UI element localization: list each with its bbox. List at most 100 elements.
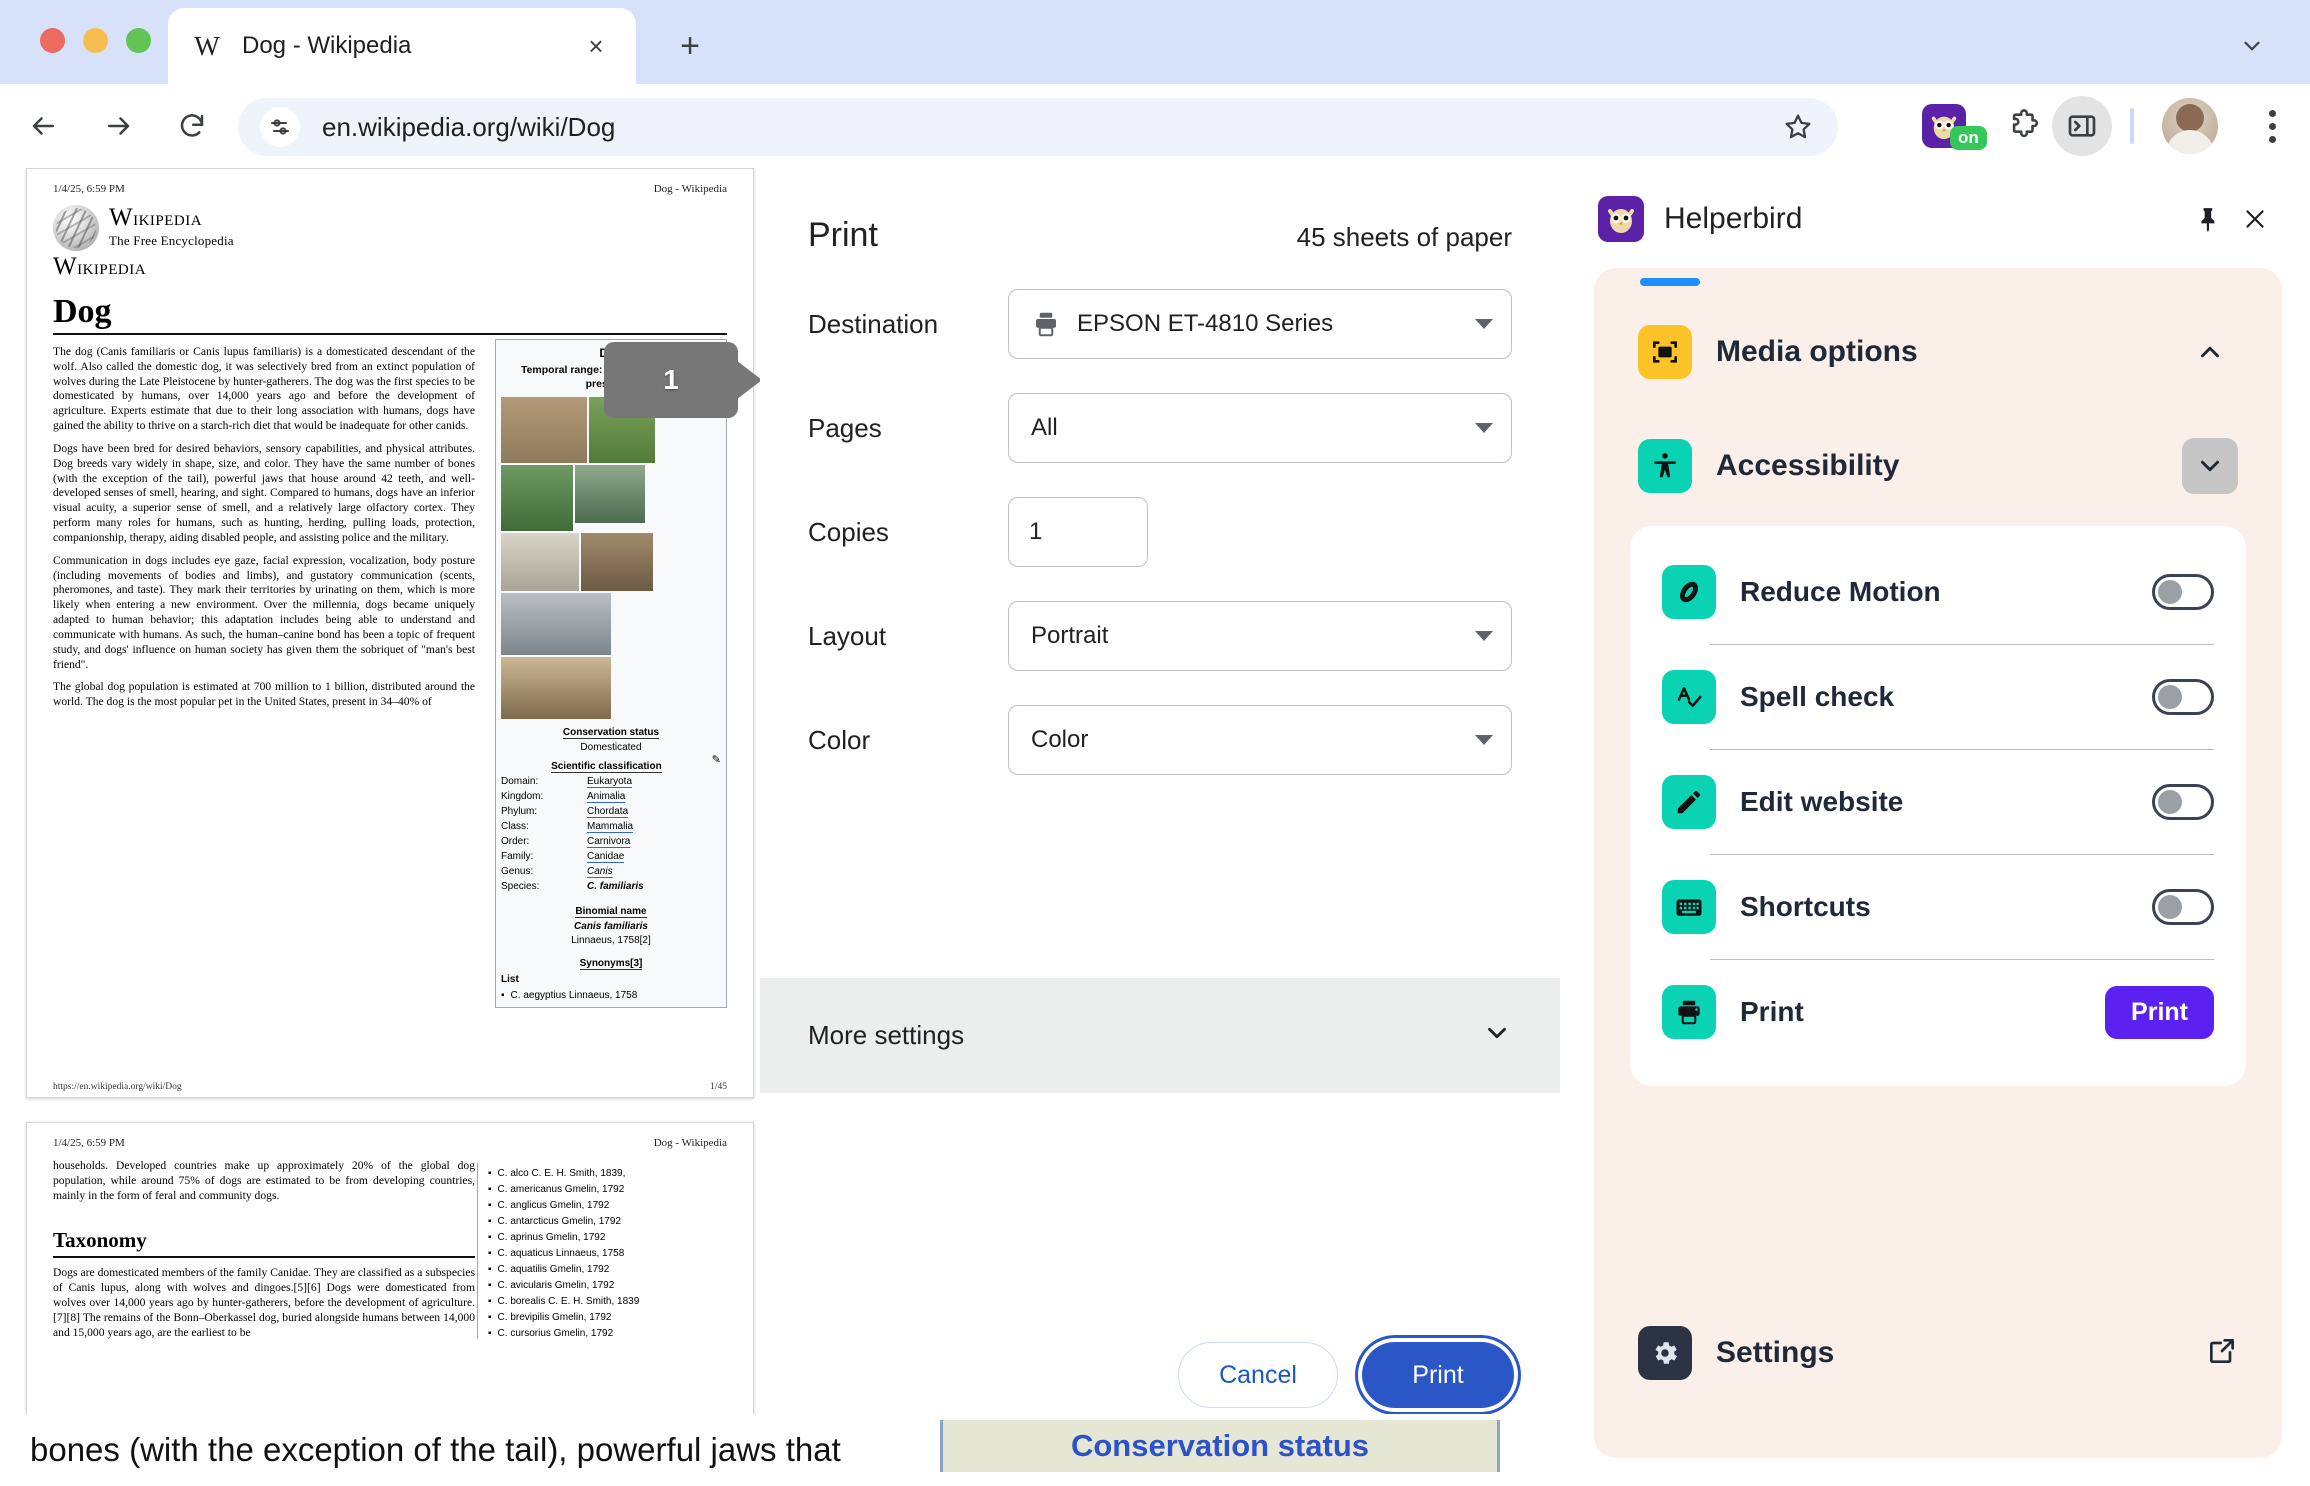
section-media-options[interactable]: Media options xyxy=(1594,304,2282,400)
print-label: Print xyxy=(1740,996,2105,1028)
synonym-text: C. aegyptius Linnaeus, 1758 xyxy=(511,990,638,1001)
spell-check-label: Spell check xyxy=(1740,681,2152,713)
color-value: Color xyxy=(1031,726,1088,754)
paragraph: households. Developed countries make up … xyxy=(53,1159,475,1203)
copies-input[interactable]: 1 xyxy=(1008,497,1148,567)
browser-tab[interactable]: W Dog - Wikipedia × xyxy=(168,8,636,84)
reload-icon[interactable] xyxy=(164,98,220,154)
print-preview-pane[interactable]: 1/4/25, 6:59 PM Dog - Wikipedia WIKIPEDI… xyxy=(0,168,760,1486)
section-accessibility[interactable]: Accessibility xyxy=(1594,418,2282,514)
taxobox-key: Order: xyxy=(501,836,587,848)
taxobox-row: Phylum:Chordata xyxy=(501,806,721,818)
list-item: C. brevipilis Gmelin, 1792 xyxy=(488,1312,727,1323)
article-body: The dog (Canis familiaris or Canis lupus… xyxy=(53,345,475,710)
helperbird-content: Media options Accessibility xyxy=(1594,268,2282,1458)
settings-row[interactable]: Settings xyxy=(1594,1326,2282,1380)
taxobox-key: Domain: xyxy=(501,776,587,788)
accessibility-options-card: Reduce Motion Spell check xyxy=(1630,526,2246,1086)
page-header: 1/4/25, 6:59 PM Dog - Wikipedia xyxy=(53,183,727,195)
option-print[interactable]: Print Print xyxy=(1662,960,2214,1064)
option-reduce-motion[interactable]: Reduce Motion xyxy=(1662,540,2214,644)
shortcuts-toggle[interactable] xyxy=(2152,889,2214,925)
destination-value: EPSON ET-4810 Series xyxy=(1077,310,1333,338)
synonyms-list-label: List xyxy=(501,974,721,985)
list-item: C. aquatilis Gmelin, 1792 xyxy=(488,1264,727,1275)
tab-title: Dog - Wikipedia xyxy=(242,32,578,60)
more-settings-row[interactable]: More settings xyxy=(760,978,1560,1093)
pencil-icon[interactable]: ✎ xyxy=(712,753,721,766)
new-tab-button[interactable]: + xyxy=(666,22,714,70)
synonyms-label: Synonyms[3] xyxy=(580,958,643,970)
minimize-window-button[interactable] xyxy=(83,28,108,53)
pages-value: All xyxy=(1031,414,1058,442)
print-button[interactable]: Print xyxy=(1362,1342,1514,1408)
destination-row: Destination EPSON ET-4810 Series xyxy=(760,289,1560,359)
taxobox-value: Canis xyxy=(587,866,613,878)
list-item: C. cursorius Gmelin, 1792 xyxy=(488,1328,727,1339)
chevron-down-icon xyxy=(1475,319,1493,329)
option-edit-website[interactable]: Edit website xyxy=(1662,750,2214,854)
back-icon[interactable] xyxy=(16,98,72,154)
print-dialog-title: Print xyxy=(808,216,878,255)
page-header-title: Dog - Wikipedia xyxy=(654,1137,727,1149)
pages-label: Pages xyxy=(808,413,1008,444)
wikipedia-wordmark: WIKIPEDIA xyxy=(109,204,202,231)
close-icon[interactable] xyxy=(2232,196,2278,242)
sheets-of-paper-count: 45 sheets of paper xyxy=(1297,222,1512,253)
destination-select[interactable]: EPSON ET-4810 Series xyxy=(1008,289,1512,359)
star-icon[interactable] xyxy=(1778,107,1818,147)
option-shortcuts[interactable]: Shortcuts xyxy=(1662,855,2214,959)
paragraph: Dogs have been bred for desired behavior… xyxy=(53,442,475,546)
chevron-down-icon xyxy=(1475,735,1493,745)
list-item: C. americanus Gmelin, 1792 xyxy=(488,1184,727,1195)
edit-website-toggle[interactable] xyxy=(2152,784,2214,820)
option-spell-check[interactable]: Spell check xyxy=(1662,645,2214,749)
article-title: Dog xyxy=(53,293,727,331)
settings-label: Settings xyxy=(1716,1336,2206,1370)
window-controls[interactable] xyxy=(40,28,151,53)
cancel-button[interactable]: Cancel xyxy=(1178,1342,1338,1408)
pages-select[interactable]: All xyxy=(1008,393,1512,463)
chevron-down-icon[interactable] xyxy=(2182,438,2238,494)
copies-value: 1 xyxy=(1029,518,1042,546)
maximize-window-button[interactable] xyxy=(126,28,151,53)
list-item: C. aquaticus Linnaeus, 1758 xyxy=(488,1248,727,1259)
tune-icon[interactable] xyxy=(260,107,300,147)
pin-icon[interactable] xyxy=(2186,196,2232,242)
puzzle-extensions-icon[interactable] xyxy=(2000,102,2048,150)
taxobox-value: Mammalia xyxy=(587,821,633,833)
address-bar[interactable]: en.wikipedia.org/wiki/Dog xyxy=(238,98,1838,156)
paragraph: Dogs are domesticated members of the fam… xyxy=(53,1266,475,1340)
helperbird-print-button[interactable]: Print xyxy=(2105,986,2214,1039)
chevron-down-icon[interactable] xyxy=(2228,22,2276,70)
taxobox-value: Eukaryota xyxy=(587,776,632,788)
kebab-menu-icon[interactable] xyxy=(2248,98,2296,154)
color-select[interactable]: Color xyxy=(1008,705,1512,775)
conservation-status-label: Conservation status xyxy=(563,727,659,739)
external-link-icon[interactable] xyxy=(2206,1335,2238,1372)
page-header-date: 1/4/25, 6:59 PM xyxy=(53,1137,125,1149)
print-dialog: Print 45 sheets of paper Destination EPS… xyxy=(760,168,1560,1486)
taxobox-key: Kingdom: xyxy=(501,791,587,803)
wikipedia-globe-icon xyxy=(53,205,99,251)
profile-avatar[interactable] xyxy=(2162,98,2218,154)
taxobox-row: Domain:Eukaryota xyxy=(501,776,721,788)
spell-check-toggle[interactable] xyxy=(2152,679,2214,715)
preview-page-1: 1/4/25, 6:59 PM Dog - Wikipedia WIKIPEDI… xyxy=(26,168,754,1098)
reduce-motion-toggle[interactable] xyxy=(2152,574,2214,610)
close-tab-icon[interactable]: × xyxy=(578,28,614,64)
content-area: 1/4/25, 6:59 PM Dog - Wikipedia WIKIPEDI… xyxy=(0,168,2310,1486)
scientific-classification-label: Scientific classification xyxy=(551,761,662,773)
side-panel-icon[interactable] xyxy=(2052,96,2112,156)
taxobox: Dog Temporal range: Late Pleistocene to … xyxy=(495,339,727,1008)
media-image-icon xyxy=(1638,325,1692,379)
tab-strip: W Dog - Wikipedia × + xyxy=(0,0,2310,84)
list-item: C. alco C. E. H. Smith, 1839, xyxy=(488,1168,727,1179)
close-window-button[interactable] xyxy=(40,28,65,53)
chevron-down-icon xyxy=(1475,631,1493,641)
chevron-up-icon[interactable] xyxy=(2182,324,2238,380)
conservation-status-value: Domesticated xyxy=(501,742,721,753)
forward-icon[interactable] xyxy=(90,98,146,154)
layout-select[interactable]: Portrait xyxy=(1008,601,1512,671)
list-item: C. borealis C. E. H. Smith, 1839 xyxy=(488,1296,727,1307)
